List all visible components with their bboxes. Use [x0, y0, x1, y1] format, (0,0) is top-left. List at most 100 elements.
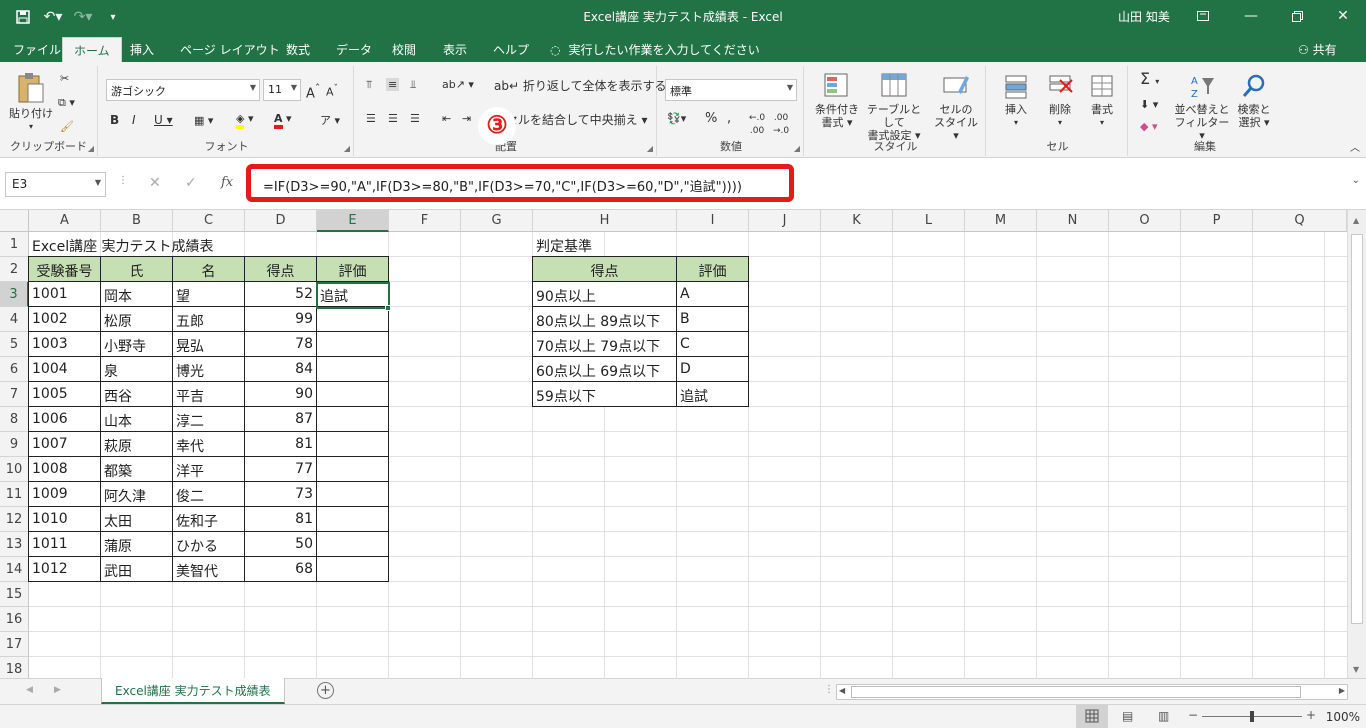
align-right-icon[interactable]: ☰ — [410, 112, 420, 125]
zoom-out-icon[interactable]: − — [1188, 708, 1198, 722]
italic-icon[interactable]: I — [132, 114, 136, 127]
insert-cells-button[interactable]: 挿入 ▾ — [998, 72, 1034, 129]
vertical-scrollbar[interactable]: ▲ ▼ — [1347, 210, 1366, 678]
cancel-icon[interactable]: ✕ — [149, 175, 161, 191]
fill-icon[interactable]: ⬇ ▾ — [1140, 98, 1158, 111]
scroll-up-icon[interactable]: ▲ — [1353, 216, 1359, 225]
table-cell-e6[interactable] — [316, 356, 389, 382]
user-name[interactable]: 山田 知美 — [1118, 8, 1170, 25]
delete-cells-button[interactable]: 削除 ▾ — [1042, 72, 1078, 129]
add-sheet-icon[interactable]: + — [317, 682, 334, 699]
tab-data[interactable]: データ — [325, 37, 383, 62]
row-header-9[interactable]: 9 — [0, 432, 29, 457]
table-cell-b12[interactable]: 太田 — [100, 506, 173, 532]
next-sheet-icon[interactable]: ▶ — [54, 685, 61, 695]
table-cell-b8[interactable]: 山本 — [100, 406, 173, 432]
underline-icon[interactable]: U ▾ — [154, 114, 173, 127]
select-all-corner[interactable] — [0, 210, 29, 232]
decrease-decimal-icon[interactable]: .00 →.0 — [773, 112, 789, 138]
table-cell-c7[interactable]: 平吉 — [172, 381, 245, 407]
table-cell-c3[interactable]: 望 — [172, 281, 245, 307]
fill-color-icon[interactable]: ◈ ▾ — [236, 112, 254, 129]
row-header-12[interactable]: 12 — [0, 507, 29, 532]
criteria-cell-i3[interactable]: A — [676, 281, 749, 307]
clipboard-launcher-icon[interactable]: ◢ — [88, 144, 94, 153]
table-cell-d13[interactable]: 50 — [244, 531, 317, 557]
table-cell-e13[interactable] — [316, 531, 389, 557]
criteria-cell-h3[interactable]: 90点以上 — [532, 281, 677, 307]
table-cell-c13[interactable]: ひかる — [172, 531, 245, 557]
column-header-j[interactable]: J — [749, 210, 821, 232]
alignment-launcher-icon[interactable]: ◢ — [647, 144, 653, 153]
table-cell-d6[interactable]: 84 — [244, 356, 317, 382]
tab-split-icon[interactable]: ⋮ — [824, 684, 834, 695]
table-cell-a7[interactable]: 1005 — [28, 381, 101, 407]
column-header-a[interactable]: A — [29, 210, 101, 232]
column-header-h[interactable]: H — [533, 210, 677, 232]
shrink-font-icon[interactable]: Aˇ — [326, 82, 338, 99]
table-cell-e5[interactable] — [316, 331, 389, 357]
row-header-1[interactable]: 1 — [0, 232, 29, 257]
table-cell-a3[interactable]: 1001 — [28, 281, 101, 307]
row-header-17[interactable]: 17 — [0, 632, 29, 657]
table-cell-b13[interactable]: 蒲原 — [100, 531, 173, 557]
zoom-slider-thumb[interactable] — [1250, 711, 1254, 722]
criteria-cell-i4[interactable]: B — [676, 306, 749, 332]
percent-icon[interactable]: % — [705, 112, 717, 125]
table-cell-b5[interactable]: 小野寺 — [100, 331, 173, 357]
font-name-combo[interactable]: 游ゴシック ▼ — [106, 79, 260, 101]
table-cell-c4[interactable]: 五郎 — [172, 306, 245, 332]
table-cell-c5[interactable]: 晃弘 — [172, 331, 245, 357]
criteria-cell-h7[interactable]: 59点以下 — [532, 381, 677, 407]
comma-icon[interactable]: , — [727, 112, 731, 125]
table-cell-d11[interactable]: 73 — [244, 481, 317, 507]
table-header-d[interactable]: 得点 — [244, 256, 317, 282]
merge-center-button[interactable]: セルを結合して中央揃え ▾ — [506, 114, 648, 127]
row-header-11[interactable]: 11 — [0, 482, 29, 507]
row-header-7[interactable]: 7 — [0, 382, 29, 407]
table-cell-e9[interactable] — [316, 431, 389, 457]
tab-page-layout[interactable]: ページ レイアウト — [169, 37, 291, 62]
page-layout-view-icon[interactable]: ▤ — [1122, 709, 1133, 723]
column-header-m[interactable]: M — [965, 210, 1037, 232]
table-cell-e11[interactable] — [316, 481, 389, 507]
bold-icon[interactable]: B — [110, 114, 119, 127]
page-break-view-icon[interactable]: ▥ — [1158, 709, 1169, 723]
table-cell-d7[interactable]: 90 — [244, 381, 317, 407]
find-select-button[interactable]: 検索と 選択 ▾ — [1232, 72, 1276, 129]
criteria-header-score[interactable]: 得点 — [532, 256, 677, 282]
table-cell-b10[interactable]: 都築 — [100, 456, 173, 482]
table-cell-d4[interactable]: 99 — [244, 306, 317, 332]
cut-icon[interactable]: ✂ — [60, 72, 69, 85]
name-box[interactable]: E3 ▼ — [5, 172, 106, 197]
table-cell-c12[interactable]: 佐和子 — [172, 506, 245, 532]
align-top-icon[interactable]: ⫪ — [366, 78, 372, 91]
format-as-table-button[interactable]: テーブルとして 書式設定 ▾ — [862, 72, 926, 142]
column-header-q[interactable]: Q — [1253, 210, 1347, 232]
paste-button[interactable]: 貼り付け ▾ — [8, 72, 54, 133]
wrap-text-button[interactable]: ab↵ 折り返して全体を表示する — [494, 80, 667, 93]
restore-icon[interactable] — [1274, 4, 1320, 28]
format-cells-button[interactable]: 書式 ▾ — [1084, 72, 1120, 129]
table-cell-c14[interactable]: 美智代 — [172, 556, 245, 582]
table-header-a[interactable]: 受験番号 — [28, 256, 101, 282]
table-cell-d8[interactable]: 87 — [244, 406, 317, 432]
sheet-tab-active[interactable]: Excel講座 実力テスト成績表 — [101, 678, 285, 704]
sort-filter-button[interactable]: AZ 並べ替えと フィルター ▾ — [1174, 72, 1230, 142]
table-header-e[interactable]: 評価 — [316, 256, 389, 282]
row-header-8[interactable]: 8 — [0, 407, 29, 432]
column-header-c[interactable]: C — [173, 210, 245, 232]
table-cell-a5[interactable]: 1003 — [28, 331, 101, 357]
ribbon-display-icon[interactable] — [1180, 4, 1226, 28]
scroll-left-icon[interactable]: ◀ — [839, 686, 845, 695]
row-header-14[interactable]: 14 — [0, 557, 29, 582]
table-cell-b3[interactable]: 岡本 — [100, 281, 173, 307]
table-cell-c6[interactable]: 博光 — [172, 356, 245, 382]
collapse-ribbon-icon[interactable]: ︿ — [1350, 142, 1360, 155]
copy-icon[interactable]: ⧉ ▾ — [58, 96, 75, 109]
column-header-b[interactable]: B — [101, 210, 173, 232]
table-cell-a13[interactable]: 1011 — [28, 531, 101, 557]
column-header-e[interactable]: E — [317, 210, 389, 232]
row-header-16[interactable]: 16 — [0, 607, 29, 632]
font-launcher-icon[interactable]: ◢ — [344, 144, 350, 153]
